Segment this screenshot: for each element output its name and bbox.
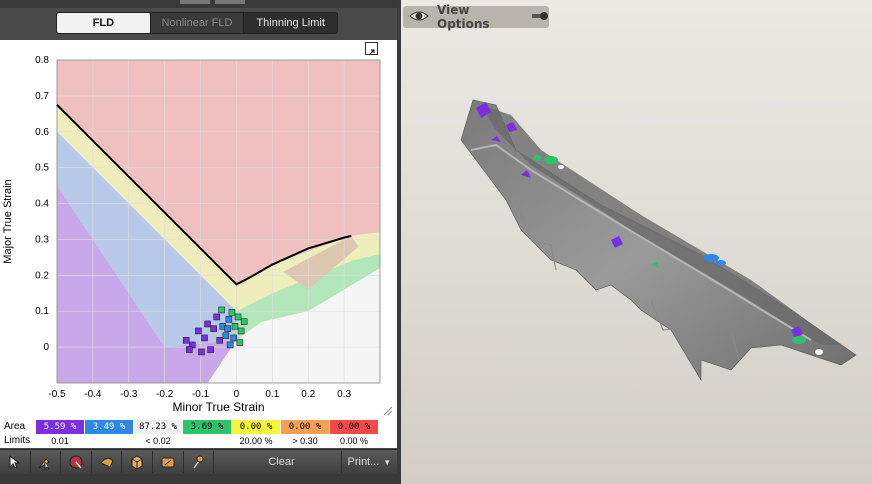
area-percent-cell: 3.69 %: [183, 420, 231, 434]
popout-icon[interactable]: [365, 42, 378, 56]
panel-bottom-strip: [0, 474, 397, 484]
fld-chart[interactable]: -0.5 -0.4 -0.3 -0.2 -0.1 0 0.1 0.2 0.3 0 0.1 0.2 0.3…: [0, 40, 397, 418]
area-percent-cell: 0.00 %: [330, 420, 378, 434]
x-tick-label: 0.3: [337, 389, 351, 400]
area-percent-cell: 5.59 %: [36, 420, 84, 434]
strain-point: [210, 325, 217, 332]
record-icon[interactable]: [61, 451, 92, 473]
x-tick-label: -0.1: [192, 389, 210, 400]
y-tick-label: 0.3: [35, 234, 49, 245]
strain-point: [204, 320, 211, 328]
section-icon[interactable]: [92, 451, 123, 473]
strain-point: [240, 318, 248, 325]
strain-point: [198, 348, 205, 356]
strain-point: [228, 309, 236, 316]
area-row-label: Area: [4, 421, 26, 432]
strain-point: [222, 332, 230, 339]
fld-tab-bar: FLD Nonlinear FLD Thinning Limit: [56, 12, 338, 34]
panel-handle[interactable]: [215, 0, 245, 4]
select-tool-icon[interactable]: [0, 451, 31, 473]
area-percent-cell: 87.23 %: [134, 420, 182, 434]
x-axis-label: Minor True Strain: [172, 400, 264, 414]
strain-point: [195, 327, 202, 335]
limits-row-label: Limits: [4, 435, 31, 446]
x-tick-label: -0.3: [120, 389, 138, 400]
clear-button[interactable]: Clear: [222, 456, 340, 468]
limit-value-cell: 0.00 %: [339, 436, 369, 446]
fld-chart-area: -0.5 -0.4 -0.3 -0.2 -0.1 0 0.1 0.2 0.3 0 0.1 0.2 0.3…: [0, 40, 397, 418]
tab-nonlinear-fld: Nonlinear FLD: [150, 13, 245, 33]
y-axis-label: Major True Strain: [2, 179, 14, 263]
x-tick-label: 0: [234, 389, 240, 400]
strain-point: [182, 337, 190, 344]
strain-point: [218, 306, 225, 314]
3d-viewport[interactable]: View Options: [401, 0, 872, 484]
strain-point: [207, 346, 214, 353]
strain-point: [236, 339, 244, 346]
strain-point: [213, 313, 220, 321]
fld-toolbar: Clear Print... ▼: [0, 449, 397, 474]
erase-icon[interactable]: [153, 451, 184, 473]
tab-thinning-limit[interactable]: Thinning Limit: [244, 13, 337, 33]
strain-point: [201, 334, 208, 342]
limit-value-cell: 20.00 %: [239, 436, 273, 446]
y-tick-label: 0.7: [35, 91, 49, 102]
print-button[interactable]: Print... ▼: [340, 451, 397, 473]
strain-point: [237, 327, 245, 335]
y-tick-label: 0.8: [35, 55, 49, 66]
strain-point: [216, 337, 224, 344]
part-model[interactable]: [401, 0, 872, 484]
pin-icon[interactable]: [184, 451, 215, 473]
panel-top-strip: [0, 0, 397, 8]
x-tick-label: 0.1: [265, 389, 279, 400]
panel-handle[interactable]: [180, 0, 210, 4]
chevron-down-icon: ▼: [383, 457, 392, 467]
tab-fld[interactable]: FLD: [57, 13, 151, 33]
x-tick-label: 0.2: [301, 389, 315, 400]
strain-point: [225, 316, 233, 323]
resize-grip-icon[interactable]: [383, 406, 393, 416]
probe-tool-icon[interactable]: [31, 451, 62, 473]
strain-point: [224, 325, 231, 332]
y-tick-label: 0.2: [35, 270, 49, 281]
limit-value-cell: 0.01: [51, 436, 69, 446]
x-tick-label: -0.4: [84, 389, 102, 400]
y-tick-label: 0.6: [35, 127, 49, 138]
limit-value-cell: > 0.30: [292, 436, 318, 446]
y-tick-label: 0.5: [35, 163, 49, 174]
limit-value-cell: < 0.02: [145, 436, 171, 446]
fld-legend: Area Limits 5.59 % 3.49 % 87.23 % 3.69 % 0.0…: [0, 418, 397, 448]
cube-icon[interactable]: [122, 451, 154, 473]
x-tick-label: -0.2: [156, 389, 174, 400]
strain-point: [226, 341, 234, 349]
strain-point: [231, 323, 239, 330]
print-button-label: Print...: [347, 456, 380, 468]
y-tick-label: 0.4: [35, 199, 49, 210]
strain-point: [186, 346, 193, 353]
area-percent-cell: 0.00 %: [281, 420, 329, 434]
y-tick-label: 0.1: [35, 306, 49, 317]
y-tick-label: 0: [43, 342, 49, 353]
strain-point: [234, 313, 242, 321]
strain-point: [230, 334, 238, 342]
x-tick-label: -0.5: [48, 389, 66, 400]
area-percent-cell: 3.49 %: [85, 420, 133, 434]
fld-panel: FLD Nonlinear FLD Thinning Limit -0.5 -0.…: [0, 0, 397, 484]
area-percent-cell: 0.00 %: [232, 420, 280, 434]
